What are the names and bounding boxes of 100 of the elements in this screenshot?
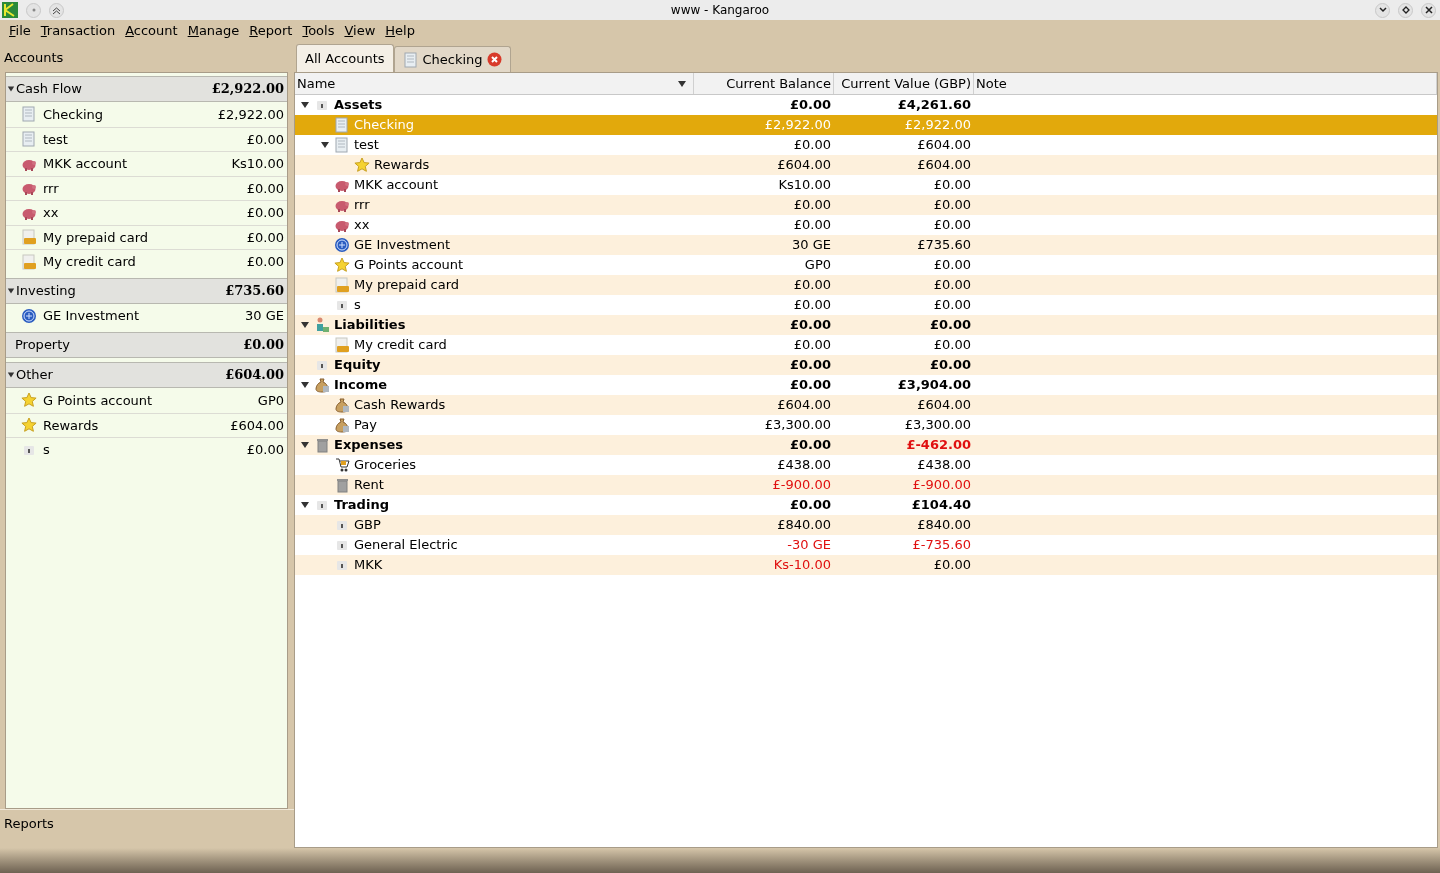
table-cell-text: £3,300.00 [763, 416, 832, 435]
table-cell-text: £2,922.00 [763, 116, 832, 135]
ledger-icon [21, 106, 37, 123]
money-bag-icon [334, 397, 350, 413]
table-cell-text: £0.00 [932, 256, 972, 275]
table-cell-text: £604.00 [916, 396, 972, 415]
star-icon [21, 392, 37, 409]
table-cell-text: -30 GE [786, 536, 832, 555]
group-header[interactable]: Investing £735.60 [6, 277, 287, 304]
keep-above-button[interactable] [49, 2, 64, 18]
table-cell-text: £0.00 [792, 196, 832, 215]
column-header[interactable]: Note [974, 73, 1437, 94]
column-header[interactable]: Current Balance [694, 73, 834, 94]
window-title: www - Kangaroo [670, 2, 770, 19]
sidebar-item[interactable]: s £0.00 [6, 437, 287, 462]
table-cell-text: £0.00 [932, 216, 972, 235]
table-cell-text: £-462.00 [905, 436, 972, 455]
table-cell-text: £-900.00 [911, 476, 972, 495]
table-cell-text: £3,300.00 [903, 416, 972, 435]
table-cell-text: £438.00 [916, 456, 972, 475]
table-cell-text: £735.60 [916, 236, 972, 255]
expand-arrow-icon[interactable] [7, 286, 15, 295]
tab[interactable]: Checking [393, 46, 511, 72]
sidebar-item[interactable]: Rewards £604.00 [6, 412, 287, 437]
group-header[interactable]: Other £604.00 [6, 362, 287, 388]
group-header[interactable]: Cash Flow £2,922.00 [6, 76, 287, 102]
account-row[interactable]: Expenses £0.00 £-462.00 [295, 435, 1437, 455]
ledger-icon [21, 131, 37, 148]
account-row[interactable]: MKK Ks-10.00 £0.00 [295, 555, 1437, 575]
table-cell-text: £438.00 [776, 456, 832, 475]
chevron-up-icon [52, 5, 61, 15]
maximize-button[interactable] [1398, 2, 1413, 18]
expand-arrow-icon[interactable] [300, 380, 310, 390]
expand-arrow-icon[interactable] [7, 85, 15, 93]
table-cell-text: £0.00 [788, 96, 832, 115]
reports-section-title[interactable]: Reports [4, 814, 54, 834]
tab[interactable]: All Accounts [296, 44, 394, 72]
table-cell-text: £0.00 [788, 496, 832, 515]
menu-item[interactable]: Transaction [35, 21, 121, 41]
menu-item[interactable]: File [4, 21, 36, 41]
sidebar-item[interactable]: My prepaid card £0.00 [6, 224, 287, 249]
sidebar-item[interactable]: rrr £0.00 [6, 175, 287, 200]
sidebar-item[interactable]: xx £0.00 [6, 200, 287, 225]
account-row[interactable]: Cash Rewards £604.00 £604.00 [295, 395, 1437, 415]
expand-arrow-icon[interactable] [300, 100, 310, 110]
close-icon [1424, 6, 1433, 14]
menu-item[interactable]: Account [120, 21, 183, 41]
expand-arrow-icon[interactable] [300, 500, 310, 510]
account-row[interactable]: Rewards £604.00 £604.00 [295, 155, 1437, 175]
group-header[interactable]: Property £0.00 [6, 332, 287, 358]
expand-arrow-icon[interactable] [300, 320, 310, 330]
cart-icon [334, 457, 350, 473]
sidebar-item[interactable]: test £0.00 [6, 126, 287, 151]
sidebar-item[interactable]: My credit card £0.00 [6, 249, 287, 274]
account-row[interactable]: Rent £-900.00 £-900.00 [295, 475, 1437, 495]
table-cell-text: £0.00 [788, 436, 832, 455]
star-icon [21, 417, 37, 434]
table-cell-text: £0.00 [788, 356, 832, 375]
menu-item[interactable]: Tools [297, 21, 340, 41]
account-row[interactable]: GE Investment 30 GE £735.60 [295, 235, 1437, 255]
app-logo-icon [2, 2, 18, 18]
account-row[interactable]: Equity £0.00 £0.00 [295, 355, 1437, 375]
table-cell-text: £4,261.60 [896, 96, 972, 115]
ledger-icon [334, 117, 350, 133]
menu-item[interactable]: Manage [182, 21, 245, 41]
sidebar-item[interactable]: Checking £2,922.00 [6, 102, 287, 127]
expand-arrow-icon[interactable] [7, 371, 15, 379]
money-bag-icon [314, 377, 330, 393]
sidebar-item[interactable]: MKK account Ks10.00 [6, 151, 287, 176]
table-cell-text: £604.00 [916, 136, 972, 155]
expand-arrow-icon[interactable] [320, 140, 330, 150]
diamond-icon [1401, 6, 1410, 14]
table-cell-text: £0.00 [792, 136, 832, 155]
minimize-button[interactable] [1375, 2, 1390, 18]
column-header[interactable]: Name [295, 73, 694, 94]
account-row[interactable]: rrr £0.00 £0.00 [295, 195, 1437, 215]
table-cell-text: £840.00 [776, 516, 832, 535]
close-tab-icon[interactable] [486, 52, 502, 67]
sort-arrow-icon[interactable] [677, 78, 687, 89]
ledger-icon [402, 51, 419, 68]
table-cell-text: £604.00 [776, 156, 832, 175]
column-header[interactable]: Current Value (GBP) [834, 73, 974, 94]
table-cell-text: GP0 [803, 256, 832, 275]
menu-item[interactable]: Report [244, 21, 298, 41]
card-icon [334, 337, 350, 353]
table-cell-text: £0.00 [792, 216, 832, 235]
sidebar-item[interactable]: G Points account GP0 [6, 388, 287, 413]
account-row[interactable]: GBP £840.00 £840.00 [295, 515, 1437, 535]
card-icon [21, 229, 37, 246]
menu-item[interactable]: View [339, 21, 381, 41]
table-cell-text: £0.00 [932, 556, 972, 575]
menu-item[interactable]: Help [380, 21, 420, 41]
close-button[interactable] [1421, 2, 1436, 18]
table-cell-text: £-735.60 [911, 536, 972, 555]
table-cell-text: £0.00 [932, 296, 972, 315]
card-icon [21, 253, 37, 270]
account-row[interactable]: Liabilities £0.00 £0.00 [295, 315, 1437, 335]
expand-arrow-icon[interactable] [300, 440, 310, 450]
account-row[interactable]: My prepaid card £0.00 £0.00 [295, 275, 1437, 295]
sidebar-item[interactable]: GE Investment 30 GE [6, 303, 287, 328]
